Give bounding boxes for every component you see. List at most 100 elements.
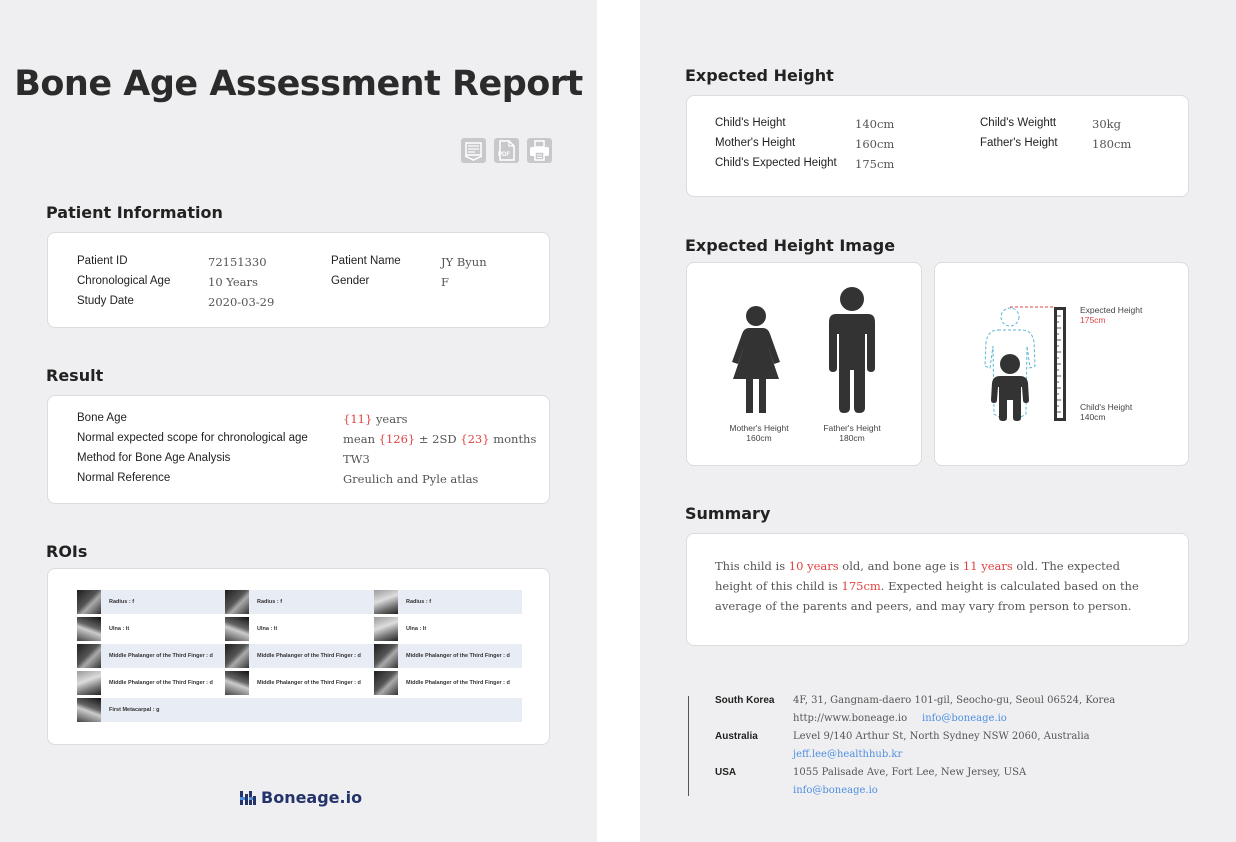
footer-usa-email[interactable]: info@boneage.io: [793, 785, 878, 796]
expected-caption-text: Expected Height: [1080, 305, 1143, 315]
scope-mid: ± 2SD: [418, 432, 457, 446]
summary-age: 10 years: [788, 559, 839, 573]
mother-caption-value: 160cm: [746, 433, 772, 443]
study-date-label: Study Date: [77, 295, 134, 307]
roi-item[interactable]: Middle Phalanger of the Third Finger : d: [77, 644, 213, 668]
roi-label: Radius : f: [109, 599, 135, 605]
bone-age-label: Bone Age: [77, 412, 127, 424]
gender-value: F: [441, 275, 449, 289]
roi-item[interactable]: First Metacarpal : g: [77, 698, 159, 722]
roi-item[interactable]: Ulna : lt: [225, 617, 277, 641]
roi-item[interactable]: Middle Phalanger of the Third Finger : d: [225, 644, 361, 668]
father-height-label: Father's Height: [980, 137, 1058, 149]
patient-id-label: Patient ID: [77, 255, 128, 267]
boneage-logo-text: Boneage.io: [261, 788, 363, 807]
boneage-logo-icon: [240, 790, 256, 805]
child-figure-icon: [991, 354, 1029, 421]
height-image-heading: Expected Height Image: [685, 236, 896, 255]
roi-item[interactable]: Radius : f: [77, 590, 134, 614]
child-weight-label: Child's Weightt: [980, 117, 1057, 129]
summary-height: 175cm: [841, 579, 881, 593]
expected-height-label: Child's Expected Height: [715, 157, 837, 169]
roi-thumbnail: [225, 671, 249, 695]
study-date-value: 2020-03-29: [208, 295, 275, 309]
roi-thumbnail: [77, 698, 101, 722]
roi-item[interactable]: Ulna : lt: [77, 617, 129, 641]
roi-row-bg: [77, 590, 522, 614]
roi-label: Middle Phalanger of the Third Finger : d: [257, 680, 361, 686]
pdf-label: PDF: [498, 152, 510, 158]
mother-caption-text: Mother's Height: [729, 423, 789, 433]
footer-australia-label: Australia: [715, 731, 758, 742]
roi-item[interactable]: Middle Phalanger of the Third Finger : d: [374, 671, 510, 695]
roi-label: Middle Phalanger of the Third Finger : d: [406, 680, 510, 686]
roi-item[interactable]: Radius : f: [374, 590, 431, 614]
report-title: Bone Age Assessment Report: [14, 64, 583, 104]
chronological-age-label: Chronological Age: [77, 275, 171, 287]
child-caption-text: Child's Height: [1080, 402, 1133, 412]
scope-mean: {126}: [378, 432, 416, 446]
roi-thumbnail: [374, 617, 398, 641]
footer-korea-website[interactable]: http://www.boneage.io: [793, 713, 907, 724]
ruler-icon: [1054, 307, 1066, 421]
report-toolbar: PDF: [461, 138, 552, 163]
roi-label: Ulna : lt: [406, 626, 427, 632]
father-caption-value: 180cm: [839, 433, 865, 443]
footer-korea-email[interactable]: info@boneage.io: [922, 713, 1007, 724]
boneage-logo: Boneage.io: [240, 788, 362, 807]
roi-thumbnail: [225, 617, 249, 641]
roi-thumbnail: [225, 644, 249, 668]
email-report-button[interactable]: [461, 138, 486, 163]
child-weight-value: 30kg: [1092, 117, 1121, 131]
method-label: Method for Bone Age Analysis: [77, 452, 231, 464]
roi-label: Middle Phalanger of the Third Finger : d: [257, 653, 361, 659]
bone-age-value: {11} years: [343, 412, 408, 426]
reference-value: Greulich and Pyle atlas: [343, 472, 479, 486]
mother-figure-icon: [732, 306, 780, 413]
summary-paragraph: This child is 10 years old, and bone age…: [715, 556, 1155, 616]
normal-scope-value: mean {126} ± 2SD {23} months: [343, 432, 536, 446]
expected-caption-value: 175cm: [1080, 315, 1106, 325]
result-heading: Result: [46, 366, 104, 385]
footer-korea-address: 4F, 31, Gangnam-daero 101-gil, Seocho-gu…: [793, 695, 1116, 706]
roi-item[interactable]: Radius : f: [225, 590, 282, 614]
roi-thumbnail: [77, 644, 101, 668]
patient-name-label: Patient Name: [331, 255, 401, 267]
roi-label: Middle Phalanger of the Third Finger : d: [406, 653, 510, 659]
summary-text-1: This child is: [715, 559, 789, 573]
roi-thumbnail: [374, 590, 398, 614]
print-button[interactable]: [527, 138, 552, 163]
patient-name-value: JY Byun: [441, 255, 487, 269]
method-value: TW3: [343, 452, 370, 466]
roi-item[interactable]: Middle Phalanger of the Third Finger : d: [374, 644, 510, 668]
footer-korea-label: South Korea: [715, 695, 775, 706]
footer-australia-address: Level 9/140 Arthur St, North Sydney NSW …: [793, 731, 1090, 742]
gender-label: Gender: [331, 275, 370, 287]
roi-thumbnail: [77, 617, 101, 641]
roi-thumbnail: [374, 644, 398, 668]
reference-label: Normal Reference: [77, 472, 171, 484]
email-icon: [464, 142, 483, 161]
footer-usa-label: USA: [715, 767, 737, 778]
roi-thumbnail: [225, 590, 249, 614]
roi-item[interactable]: Middle Phalanger of the Third Finger : d: [225, 671, 361, 695]
pdf-download-button[interactable]: PDF: [494, 138, 519, 163]
summary-text-2: old, and bone age is: [838, 559, 963, 573]
pdf-file-icon: [499, 140, 515, 161]
roi-thumbnail: [374, 671, 398, 695]
bone-age-unit: years: [375, 412, 408, 426]
bone-age-number: {11}: [343, 412, 373, 426]
footer-divider: [688, 696, 689, 796]
rois-heading: ROIs: [46, 542, 88, 561]
roi-item[interactable]: Ulna : lt: [374, 617, 426, 641]
roi-item[interactable]: Middle Phalanger of the Third Finger : d: [77, 671, 213, 695]
roi-label: Radius : f: [257, 599, 283, 605]
father-height-value: 180cm: [1092, 137, 1132, 151]
printer-icon: [530, 140, 549, 161]
footer-australia-email[interactable]: jeff.lee@healthhub.kr: [793, 749, 902, 760]
child-caption-value: 140cm: [1080, 412, 1106, 422]
expected-height-value: 175cm: [855, 157, 895, 171]
child-height-figure: [984, 306, 1066, 421]
roi-thumbnail: [77, 590, 101, 614]
roi-label: Middle Phalanger of the Third Finger : d: [109, 680, 213, 686]
